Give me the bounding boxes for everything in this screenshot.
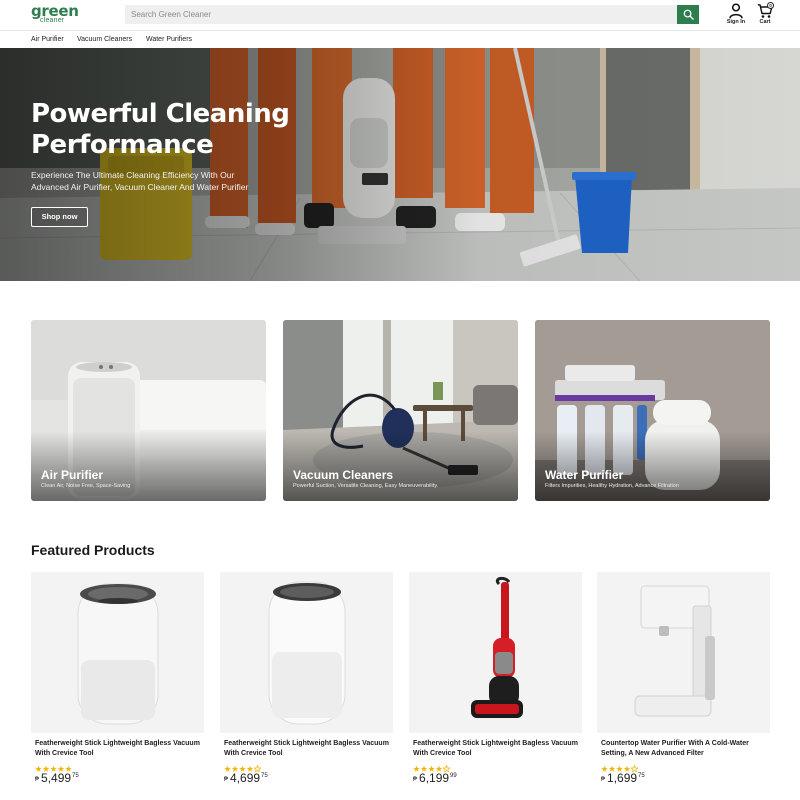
category-shade bbox=[31, 431, 266, 501]
price-main: 6,199 bbox=[419, 771, 450, 785]
water-dispenser-product-image bbox=[634, 585, 715, 717]
logo-subtext: cleaner bbox=[40, 17, 65, 24]
currency-symbol: ₱ bbox=[413, 777, 418, 783]
product-card[interactable]: Featherweight Stick Lightweight Bagless … bbox=[409, 572, 582, 800]
brand-logo[interactable]: green cleaner bbox=[31, 4, 91, 28]
hero-banner: Powerful Cleaning Performance Experience… bbox=[0, 48, 800, 281]
sign-in-button[interactable]: Sign In bbox=[724, 3, 748, 27]
product-card[interactable]: Featherweight Stick Lightweight Bagless … bbox=[31, 572, 204, 800]
search-icon bbox=[683, 9, 694, 20]
currency-symbol: ₱ bbox=[601, 777, 606, 783]
shop-now-button[interactable]: Shop now bbox=[31, 207, 88, 227]
product-rating bbox=[224, 760, 264, 773]
product-image bbox=[409, 572, 582, 733]
upright-vacuum-product-image bbox=[471, 576, 523, 718]
nav-item-vacuum-cleaners[interactable]: Vacuum Cleaners bbox=[77, 35, 132, 44]
air-purifier-product-image bbox=[268, 581, 346, 725]
category-title: Air Purifier bbox=[41, 468, 104, 482]
price-cents: 99 bbox=[450, 773, 457, 779]
price-main: 4,699 bbox=[230, 771, 261, 785]
product-card[interactable]: Featherweight Stick Lightweight Bagless … bbox=[220, 572, 393, 800]
price-cents: 75 bbox=[72, 773, 79, 779]
search-input[interactable] bbox=[125, 5, 677, 24]
price-main: 5,499 bbox=[41, 771, 72, 785]
product-name: Featherweight Stick Lightweight Bagless … bbox=[35, 740, 200, 757]
product-name: Featherweight Stick Lightweight Bagless … bbox=[413, 740, 578, 757]
user-icon bbox=[729, 3, 743, 19]
price-main: 1,699 bbox=[607, 771, 638, 785]
price-cents: 75 bbox=[261, 773, 268, 779]
nav-item-water-purifiers[interactable]: Water Purifiers bbox=[146, 35, 192, 44]
cart-count-badge: 0 bbox=[767, 2, 774, 9]
search-button[interactable] bbox=[677, 5, 699, 24]
hero-overlay bbox=[0, 48, 800, 281]
sign-in-label: Sign In bbox=[726, 19, 746, 25]
product-rating bbox=[601, 760, 641, 773]
category-card-water-purifier[interactable]: Water Purifier Filters Impurities, Healt… bbox=[535, 320, 770, 501]
product-name: Countertop Water Purifier With A Cold-Wa… bbox=[601, 740, 749, 757]
cart-label: Cart bbox=[759, 19, 771, 25]
category-nav: Air Purifier Vacuum Cleaners Water Purif… bbox=[0, 30, 800, 48]
search-bar bbox=[125, 5, 699, 24]
product-image bbox=[31, 572, 204, 733]
product-rating bbox=[35, 760, 75, 772]
category-description: Filters Impurities, Healthy Hydration, A… bbox=[545, 483, 679, 489]
category-card-vacuum-cleaners[interactable]: Vacuum Cleaners Powerful Suction, Versat… bbox=[283, 320, 518, 501]
category-title: Vacuum Cleaners bbox=[293, 468, 394, 482]
category-title: Water Purifier bbox=[545, 468, 624, 482]
category-shade bbox=[535, 431, 770, 501]
product-price: ₱ 4,69975 bbox=[224, 769, 268, 787]
product-image bbox=[220, 572, 393, 733]
category-description: Powerful Suction, Versatile Cleaning, Ea… bbox=[293, 483, 439, 489]
cart-button[interactable]: 0 Cart bbox=[753, 2, 777, 27]
category-card-air-purifier[interactable]: Air Purifier Clean Air, Noise Free, Spac… bbox=[31, 320, 266, 501]
product-price: ₱ 5,49975 bbox=[35, 769, 79, 787]
category-description: Clean Air, Noise Free, Space-Saving bbox=[41, 483, 131, 489]
featured-products-heading: Featured Products bbox=[31, 542, 155, 558]
hero-title: Powerful Cleaning Performance bbox=[31, 99, 290, 160]
price-cents: 75 bbox=[638, 773, 645, 779]
currency-symbol: ₱ bbox=[224, 777, 229, 783]
category-shade bbox=[283, 431, 518, 501]
product-name: Featherweight Stick Lightweight Bagless … bbox=[224, 740, 389, 757]
product-image bbox=[597, 572, 770, 733]
currency-symbol: ₱ bbox=[35, 777, 40, 783]
product-rating bbox=[413, 760, 453, 773]
product-price: ₱ 1,69975 bbox=[601, 769, 645, 787]
hero-subtitle: Experience The Ultimate Cleaning Efficie… bbox=[31, 170, 249, 192]
nav-item-air-purifier[interactable]: Air Purifier bbox=[31, 35, 64, 44]
site-header: green cleaner Sign In 0 Cart bbox=[0, 0, 800, 30]
product-price: ₱ 6,19999 bbox=[413, 769, 457, 787]
product-card[interactable]: Countertop Water Purifier With A Cold-Wa… bbox=[597, 572, 770, 800]
air-purifier-product-image bbox=[77, 583, 159, 725]
